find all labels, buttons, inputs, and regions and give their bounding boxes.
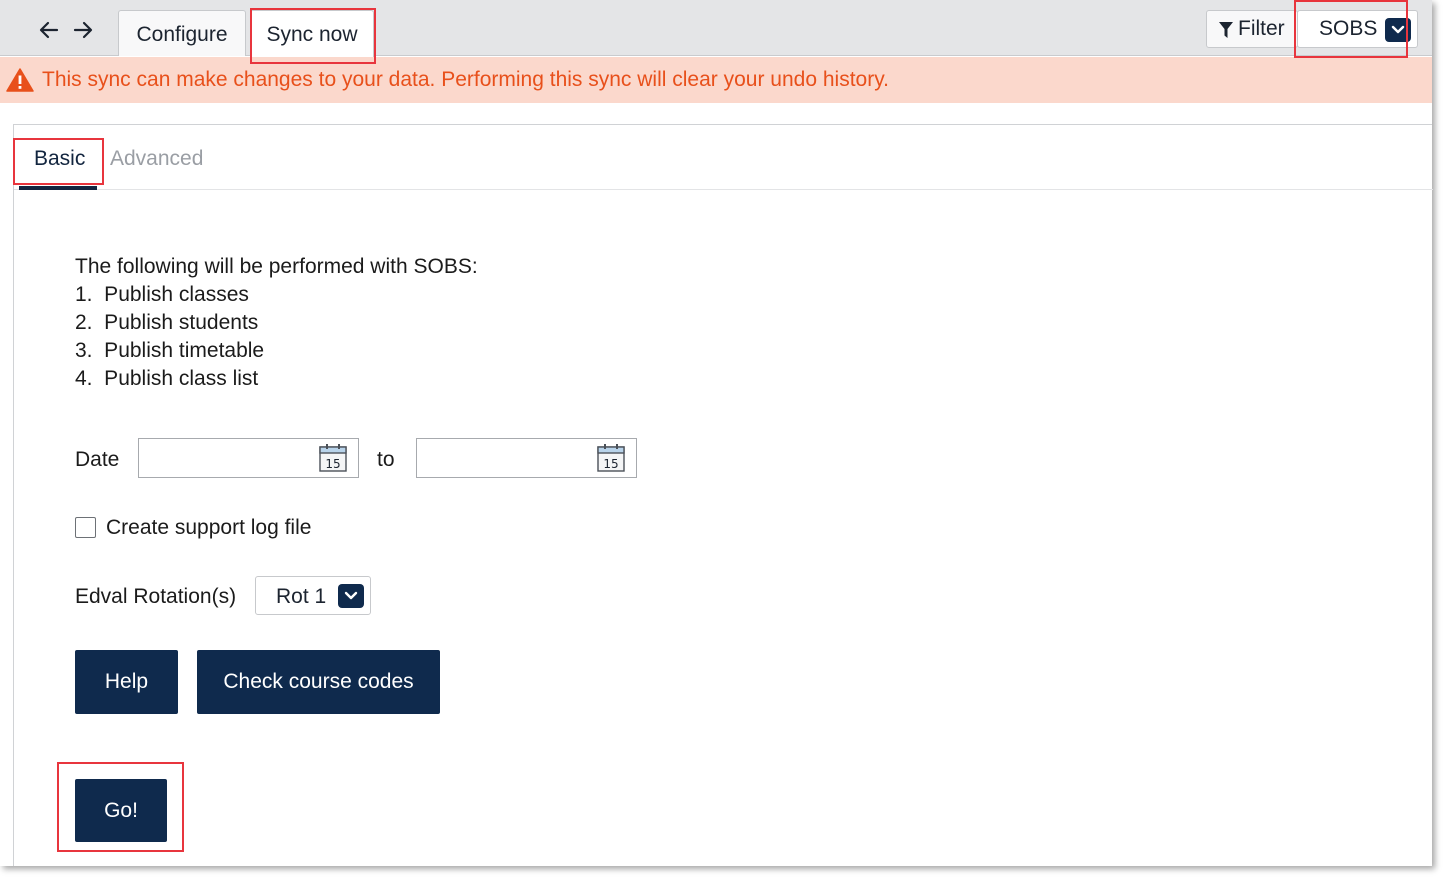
subtab-advanced[interactable]: Advanced (110, 147, 203, 171)
list-item: 4. Publish class list (75, 367, 259, 390)
date-label: Date (75, 448, 120, 471)
subtab-basic[interactable]: Basic (34, 147, 85, 171)
support-log-checkbox[interactable] (75, 517, 96, 538)
forward-arrow-icon[interactable] (71, 18, 95, 42)
sync-panel: Basic Advanced The following will be per… (13, 124, 1433, 866)
date-to-field[interactable]: 15 (416, 438, 637, 478)
tab-sync-now[interactable]: Sync now (250, 10, 374, 57)
list-item: 2. Publish students (75, 311, 259, 334)
integration-select-value: SOBS (1319, 17, 1378, 40)
tab-configure[interactable]: Configure (118, 10, 246, 56)
rotation-label: Edval Rotation(s) (75, 585, 237, 608)
go-button[interactable]: Go! (75, 779, 167, 842)
rotation-select-value: Rot 1 (276, 585, 327, 608)
back-arrow-icon[interactable] (37, 18, 61, 42)
filter-funnel-icon (1219, 22, 1233, 38)
svg-text:15: 15 (325, 457, 340, 471)
list-item: 3. Publish timetable (75, 339, 265, 362)
top-toolbar: Configure Sync now Filter SOBS (0, 0, 1432, 57)
help-button[interactable]: Help (75, 650, 178, 714)
list-item: 1. Publish classes (75, 283, 249, 306)
calendar-icon[interactable]: 15 (597, 443, 625, 473)
calendar-icon[interactable]: 15 (319, 443, 347, 473)
chevron-down-icon[interactable] (1385, 18, 1411, 42)
steps-list: 1. Publish classes 2. Publish students 3… (75, 281, 264, 393)
svg-text:15: 15 (603, 457, 618, 471)
subtab-bar: Basic Advanced (14, 125, 1433, 190)
to-label: to (377, 448, 395, 471)
check-course-codes-button[interactable]: Check course codes (197, 650, 440, 714)
filter-button[interactable]: Filter (1206, 10, 1298, 48)
intro-text: The following will be performed with SOB… (75, 255, 478, 278)
active-tab-indicator (19, 186, 97, 190)
chevron-down-icon[interactable] (338, 584, 364, 608)
warning-banner: This sync can make changes to your data.… (0, 57, 1432, 103)
warning-message: This sync can make changes to your data.… (42, 68, 889, 91)
date-from-field[interactable]: 15 (138, 438, 359, 478)
rotation-select[interactable]: Rot 1 (255, 576, 371, 615)
filter-label: Filter (1238, 17, 1285, 40)
support-log-label[interactable]: Create support log file (106, 516, 311, 540)
warning-triangle-icon (6, 68, 34, 92)
app-window: Configure Sync now Filter SOBS This sync… (0, 0, 1433, 866)
integration-select[interactable]: SOBS (1297, 10, 1418, 48)
